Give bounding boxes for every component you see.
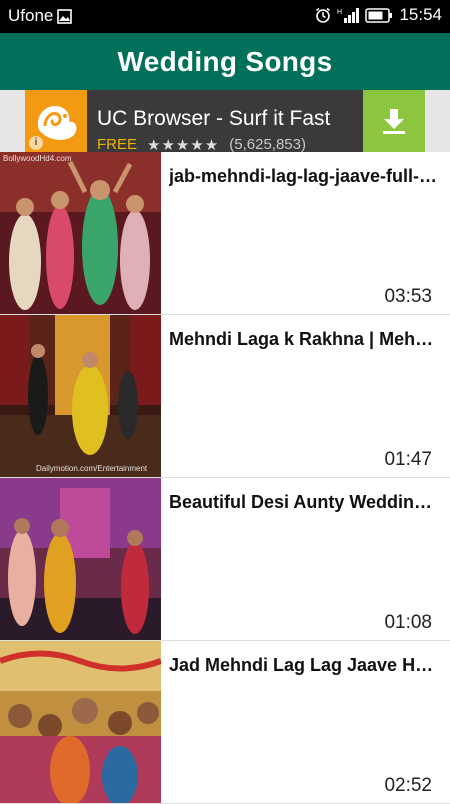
video-title[interactable]: jab-mehndi-lag-lag-jaave-full-song: [169, 166, 441, 187]
list-item[interactable]: BollywoodHd4.com jab-mehndi-lag-lag-jaav…: [0, 152, 450, 315]
video-title[interactable]: Jad Mehndi Lag Lag Jaave Hd Song: [169, 655, 441, 676]
signal-icon: H: [337, 7, 360, 24]
list-item[interactable]: Dailymotion.com/Entertainment Mehndi Lag…: [0, 315, 450, 478]
ad-subline: FREE ★★★★★ (5,625,853): [97, 136, 306, 152]
clock: 15:54: [399, 5, 442, 24]
video-thumbnail[interactable]: BollywoodHd4.com: [0, 152, 161, 314]
svg-text:H: H: [337, 9, 342, 16]
ad-price: FREE: [97, 136, 138, 152]
app-bar: Wedding Songs: [0, 33, 450, 90]
video-duration: 02:52: [384, 775, 432, 796]
video-thumbnail[interactable]: [0, 641, 161, 803]
video-list: BollywoodHd4.com jab-mehndi-lag-lag-jaav…: [0, 152, 450, 804]
carrier-name: Ufone: [8, 6, 54, 25]
thumbnail-watermark: Dailymotion.com/Entertainment: [36, 464, 148, 473]
ad-content[interactable]: i UC Browser - Surf it Fast FREE ★★★★★ (…: [25, 90, 425, 152]
status-bar-right: H 15:54: [315, 5, 442, 25]
status-bar-left: Ufone: [8, 6, 73, 26]
info-icon[interactable]: i: [29, 136, 43, 150]
video-duration: 01:47: [384, 449, 432, 470]
battery-icon: [365, 7, 393, 23]
ad-banner[interactable]: i UC Browser - Surf it Fast FREE ★★★★★ (…: [0, 90, 450, 152]
image-icon: [57, 8, 73, 24]
video-duration: 01:08: [384, 612, 432, 633]
video-duration: 03:53: [384, 286, 432, 307]
video-title[interactable]: Beautiful Desi Aunty Wedding Dance: [169, 492, 441, 513]
video-thumbnail[interactable]: [0, 478, 161, 640]
download-icon: [383, 109, 405, 134]
status-bar: Ufone H 15:54: [0, 0, 450, 33]
list-item[interactable]: Jad Mehndi Lag Lag Jaave Hd Song 02:52: [0, 641, 450, 804]
list-item[interactable]: Beautiful Desi Aunty Wedding Dance 01:08: [0, 478, 450, 641]
video-thumbnail[interactable]: Dailymotion.com/Entertainment: [0, 315, 161, 477]
thumbnail-watermark: BollywoodHd4.com: [3, 154, 72, 163]
uc-browser-logo-icon[interactable]: i: [25, 90, 87, 152]
video-title[interactable]: Mehndi Laga k Rakhna | Mehndi Songs: [169, 329, 441, 350]
rating-count: (5,625,853): [229, 136, 306, 152]
page-title: Wedding Songs: [117, 45, 333, 77]
download-button[interactable]: [363, 90, 425, 152]
rating-stars: ★★★★★: [147, 137, 220, 152]
alarm-icon: [315, 7, 331, 23]
ad-title: UC Browser - Surf it Fast: [97, 107, 331, 130]
